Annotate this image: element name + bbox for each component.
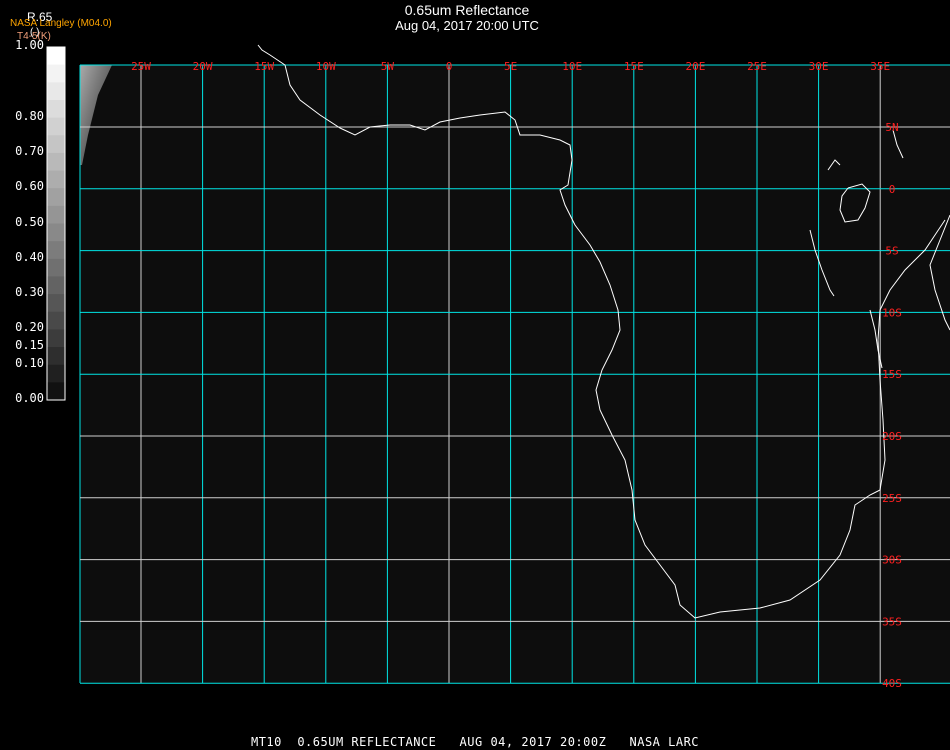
lat-label: 5N [885, 121, 898, 134]
lon-label: 20E [685, 60, 705, 73]
lon-label: 20W [193, 60, 213, 73]
colorbar-tick-label: 0.60 [15, 179, 44, 194]
lon-label: 35E [870, 60, 890, 73]
lat-label: 20S [882, 430, 902, 443]
colorbar-step [47, 364, 65, 383]
lon-label: 0 [446, 60, 453, 73]
colorbar-step [47, 170, 65, 189]
colorbar-step [47, 347, 65, 366]
colorbar-step [47, 294, 65, 313]
colorbar-step [47, 64, 65, 83]
lon-label: 10W [316, 60, 336, 73]
lat-label: 5S [885, 245, 898, 258]
colorbar-tick-label: 0.80 [15, 108, 44, 123]
lat-label: 35S [882, 615, 902, 628]
colorbar-tick-label: 0.20 [15, 320, 44, 335]
lon-label: 25W [131, 60, 151, 73]
colorbar-step [47, 82, 65, 101]
colorbar-tick-label: 0.10 [15, 355, 44, 370]
colorbar-step [47, 99, 65, 119]
lat-label: 15S [882, 368, 902, 381]
lon-label: 15W [254, 60, 274, 73]
colorbar-step [47, 188, 65, 207]
colorbar-step [47, 241, 65, 260]
colorbar-tick-label: 0.40 [15, 249, 44, 264]
lon-label: 10E [562, 60, 582, 73]
colorbar-step [47, 329, 65, 348]
colorbar-tick-label: 0.00 [15, 391, 44, 405]
colorbar-tick-label: 1.00 [15, 38, 44, 52]
lat-label: 30S [882, 554, 902, 567]
lat-label: 25S [882, 492, 902, 505]
colorbar-tick-label: 0.70 [15, 143, 44, 158]
colorbar-tick-label: 0.50 [15, 214, 44, 229]
colorbar-step [47, 276, 65, 295]
lon-label: 25E [747, 60, 767, 73]
colorbar-step [47, 47, 65, 66]
colorbar-tick-label: 0.15 [15, 338, 44, 353]
colorbar-step [47, 205, 65, 224]
colorbar-step [47, 382, 65, 401]
footer-caption: MT10 0.65UM REFLECTANCE AUG 04, 2017 20:… [250, 735, 700, 749]
map-timestamp: Aug 04, 2017 20:00 UTC [395, 18, 539, 33]
lat-label: 0 [889, 183, 896, 196]
lon-label: 5W [381, 60, 395, 73]
lon-label: 15E [624, 60, 644, 73]
colorbar-step [47, 135, 65, 154]
colorbar-step [47, 258, 65, 277]
legend-organization: NASA Langley (M04.0) [10, 18, 112, 29]
lon-label: 5E [504, 60, 517, 73]
colorbar-step [47, 152, 65, 172]
colorbar [46, 46, 66, 401]
colorbar-step [47, 311, 65, 330]
colorbar-step [47, 117, 65, 136]
lon-label: 30E [809, 60, 829, 73]
lat-label: 40S [882, 677, 902, 690]
lat-label: 10S [882, 306, 902, 319]
colorbar-step [47, 223, 65, 242]
map-title: 0.65um Reflectance [404, 2, 530, 18]
map-canvas: 25W 20W 15W 10W 5W 0 5E 10E 15E 20E 25E 30E 35E 5N 0 5S… [46, 44, 950, 690]
colorbar-tick-label: 0.30 [15, 285, 44, 300]
